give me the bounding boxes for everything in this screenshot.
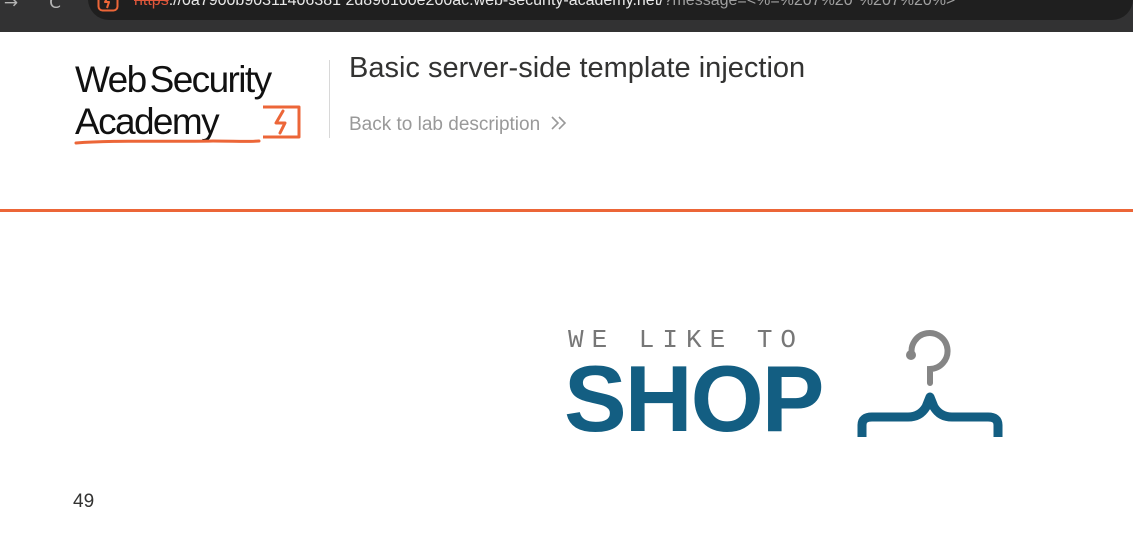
header-divider [329,60,330,138]
url-text[interactable]: https://0a7900b90311406381 2d896100e200a… [134,0,955,12]
template-output-value: 49 [73,491,95,512]
reload-icon[interactable]: C [44,0,66,14]
logo-word-academy: Academy [75,101,220,142]
double-chevron-right-icon [551,116,567,131]
url-scheme: https [134,0,169,9]
browser-address-bar: → C https://0a7900b90311406381 2d896100e… [0,0,1133,32]
lab-site-icon [97,0,119,12]
logo-word-web: Web [75,59,147,100]
url-host: ://0a7900b90311406381 2d896100e200ac.web… [168,0,664,9]
logo-word-security: Security [150,59,273,100]
url-query: ?message=<%=%207%20*%207%20%> [663,0,956,9]
shop-brand-word: SHOP [564,346,824,451]
back-arrow-icon[interactable]: → [0,0,22,14]
academy-header: Web Security Academy Basic server-side te… [0,32,1133,212]
back-link-label: Back to lab description [349,114,541,135]
hanger-icon [857,330,1003,437]
shop-logo: WE LIKE TO SHOP [564,325,1008,451]
svg-text:WebSecurity: Web Security [75,59,273,100]
back-to-lab-description-link[interactable]: Back to lab description [349,112,568,138]
web-security-academy-logo[interactable]: Web Security Academy [73,56,329,152]
lab-title: Basic server-side template injection [349,52,806,84]
